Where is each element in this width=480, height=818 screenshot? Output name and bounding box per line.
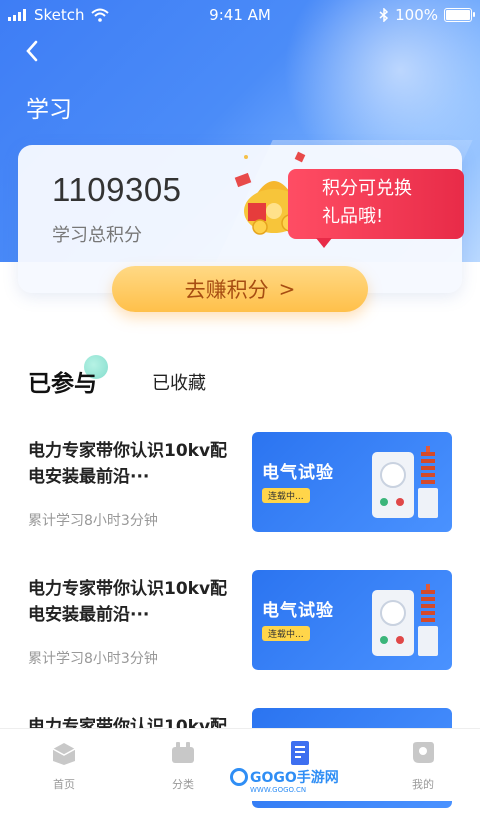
home-box-icon [52, 743, 76, 765]
tab-joined[interactable]: 已参与 [28, 364, 97, 398]
thumb-badge: 连载中... [262, 488, 310, 503]
thumb-title: 电气试验 [262, 463, 334, 483]
tab-favorites[interactable]: 已收藏 [152, 369, 206, 395]
course-thumbnail[interactable]: 电气试验 连载中... [252, 570, 452, 670]
bluetooth-icon [379, 8, 389, 22]
tip-line-1: 积分可兑换 [322, 178, 412, 199]
nav-category-label: 分类 [172, 778, 194, 791]
thumb-title: 电气试验 [262, 601, 334, 621]
watermark-brand: GOGO手游网 [250, 770, 339, 786]
battery-icon [444, 8, 475, 22]
chevron-left-icon [26, 40, 38, 62]
earn-points-label: 去赚积分 [184, 278, 269, 302]
course-title: 电力专家带你认识10kv配电安装最前沿··· [28, 579, 228, 625]
meter-device-icon [372, 590, 414, 656]
thumb-badge: 连载中... [262, 626, 310, 641]
course-study-time: 累计学习8小时3分钟 [28, 513, 158, 529]
tip-line-2: 礼品哦! [322, 206, 384, 227]
learn-book-icon [291, 741, 309, 765]
bottom-nav: 首页 分类 我的 [0, 728, 480, 801]
meter-device-icon [372, 452, 414, 518]
watermark-logo: GOGO手游网 [230, 766, 339, 788]
battery-percent: 100% [395, 6, 438, 24]
status-bar: Sketch 9:41 AM 100% [0, 0, 480, 30]
list-item[interactable]: 电力专家带你认识10kv配电安装最前沿··· 累计学习8小时3分钟 电气试验 连… [0, 570, 480, 680]
chevron-right-icon: > [278, 277, 296, 301]
points-tip-bubble: 积分可兑换 礼品哦! [288, 169, 464, 248]
total-points: 1109305 [52, 171, 182, 208]
profile-icon [413, 742, 434, 763]
transformer-tower-icon [418, 584, 438, 656]
watermark-url: WWW.GOGO.CN [250, 786, 307, 794]
nav-home[interactable]: 首页 [24, 739, 104, 792]
course-thumbnail[interactable]: 电气试验 连载中... [252, 432, 452, 532]
earn-points-button[interactable]: 去赚积分 > [112, 266, 368, 312]
nav-profile[interactable]: 我的 [383, 739, 463, 792]
total-points-label: 学习总积分 [52, 225, 142, 246]
nav-category[interactable]: 分类 [143, 739, 223, 792]
back-button[interactable] [18, 36, 48, 66]
watermark-circle-icon [230, 768, 248, 786]
course-study-time: 累计学习8小时3分钟 [28, 651, 158, 667]
transformer-tower-icon [418, 446, 438, 518]
list-item[interactable]: 电力专家带你认识10kv配电安装最前沿··· 累计学习8小时3分钟 电气试验 连… [0, 432, 480, 542]
course-title: 电力专家带你认识10kv配电安装最前沿··· [28, 441, 228, 487]
nav-profile-label: 我的 [412, 778, 434, 791]
nav-home-label: 首页 [53, 778, 75, 791]
category-icon [172, 742, 194, 763]
page-title: 学习 [26, 97, 72, 123]
